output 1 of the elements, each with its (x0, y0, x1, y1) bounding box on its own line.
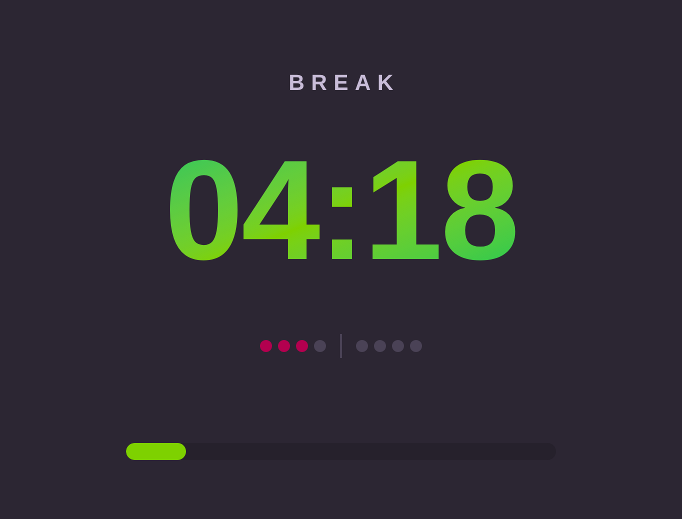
mode-label: BREAK (288, 72, 400, 94)
